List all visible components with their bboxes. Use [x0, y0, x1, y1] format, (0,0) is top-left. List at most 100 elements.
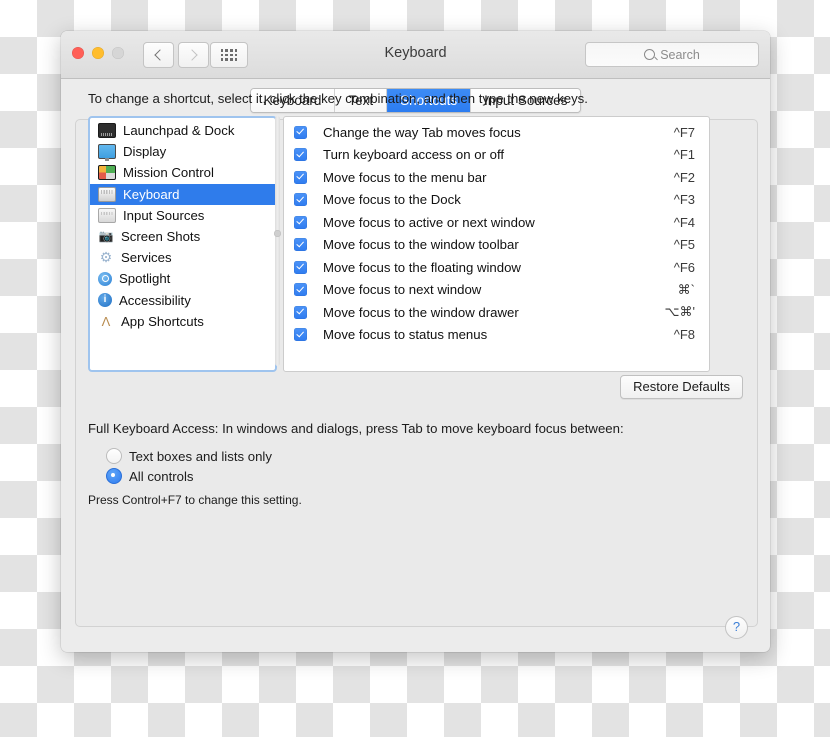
sidebar-item-keyboard[interactable]: Keyboard	[90, 183, 275, 205]
sidebar-item-label: Accessibility	[119, 292, 191, 308]
grid-icon	[220, 49, 238, 61]
sidebar-item-mission-control[interactable]: Mission Control	[90, 162, 275, 183]
sidebar-item-label: Services	[121, 250, 172, 266]
sidebar-item-screen-shots[interactable]: 📷 Screen Shots	[90, 226, 275, 247]
sidebar-item-label: Keyboard	[123, 186, 180, 202]
chevron-left-icon	[154, 49, 166, 61]
minimize-button[interactable]	[92, 47, 104, 59]
app-shortcuts-icon: Λ	[101, 313, 111, 329]
shortcut-checkbox[interactable]	[294, 170, 307, 184]
sidebar-item-label: Launchpad & Dock	[123, 123, 235, 139]
shortcut-list[interactable]: Change the way Tab moves focus ^F7 Turn …	[283, 116, 710, 372]
shortcut-key[interactable]: ^F1	[655, 147, 695, 162]
shortcut-name: Move focus to the Dock	[323, 192, 461, 208]
shortcut-key[interactable]: ^F2	[655, 170, 695, 185]
sidebar-item-app-shortcuts[interactable]: Λ App Shortcuts	[90, 311, 275, 332]
radio-icon[interactable]	[106, 448, 122, 464]
shortcut-key[interactable]: ^F7	[655, 125, 695, 140]
close-button[interactable]	[72, 47, 84, 59]
system-preferences-window: Keyboard Search Keyboard Text Shortcuts …	[61, 31, 770, 652]
table-row[interactable]: Move focus to active or next window ^F4	[284, 211, 709, 234]
shortcut-key[interactable]: ^F5	[655, 237, 695, 252]
shortcut-name: Move focus to next window	[323, 282, 482, 298]
gear-icon: ⚙	[99, 249, 113, 266]
shortcut-name: Move focus to status menus	[323, 327, 488, 343]
sidebar-item-launchpad-dock[interactable]: Launchpad & Dock	[90, 120, 275, 141]
screenshot-icon: 📷	[98, 229, 114, 244]
shortcut-name: Turn keyboard access on or off	[323, 147, 505, 163]
accessibility-icon: i	[98, 293, 112, 308]
sidebar-item-services[interactable]: ⚙ Services	[90, 247, 275, 268]
table-row[interactable]: Move focus to the window toolbar ^F5	[284, 234, 709, 257]
table-row[interactable]: Move focus to status menus ^F8	[284, 324, 709, 347]
window-titlebar: Keyboard Search	[61, 31, 770, 79]
sidebar-item-label: Screen Shots	[121, 229, 201, 245]
instruction-text: To change a shortcut, select it, click t…	[88, 91, 588, 106]
sidebar-item-display[interactable]: Display	[90, 141, 275, 162]
sidebar-item-accessibility[interactable]: i Accessibility	[90, 290, 275, 311]
search-placeholder: Search	[660, 47, 700, 62]
navigation-buttons	[143, 42, 209, 68]
launchpad-dock-icon	[98, 123, 116, 139]
search-icon	[644, 49, 656, 60]
sidebar-item-spotlight[interactable]: Spotlight	[90, 268, 275, 289]
shortcut-checkbox[interactable]	[294, 148, 307, 162]
chevron-right-icon	[186, 49, 198, 61]
input-sources-icon	[98, 207, 116, 223]
radio-label: All controls	[129, 468, 194, 484]
shortcut-checkbox[interactable]	[294, 238, 307, 252]
traffic-lights	[72, 47, 124, 59]
shortcut-name: Move focus to the floating window	[323, 259, 521, 275]
sidebar-item-label: Display	[123, 144, 167, 160]
sidebar-item-label: Spotlight	[119, 271, 171, 287]
display-icon	[98, 144, 116, 162]
splitter-knob[interactable]	[274, 230, 281, 237]
table-row[interactable]: Move focus to the menu bar ^F2	[284, 166, 709, 189]
radio-option-all-controls[interactable]: All controls	[106, 468, 194, 484]
shortcut-checkbox[interactable]	[294, 283, 307, 297]
restore-defaults-button[interactable]: Restore Defaults	[620, 375, 743, 399]
shortcut-checkbox[interactable]	[294, 193, 307, 207]
shortcut-key[interactable]: ⌥⌘'	[655, 304, 695, 320]
full-keyboard-access-description: Full Keyboard Access: In windows and dia…	[88, 421, 624, 436]
list-splitter[interactable]	[274, 116, 281, 366]
shortcut-key[interactable]: ^F4	[655, 215, 695, 230]
shortcut-checkbox[interactable]	[294, 125, 307, 139]
shortcut-name: Move focus to active or next window	[323, 214, 535, 230]
category-list[interactable]: Launchpad & Dock Display Mission Control…	[88, 116, 277, 372]
radio-label: Text boxes and lists only	[129, 448, 272, 464]
shortcut-key[interactable]: ⌘`	[655, 282, 695, 298]
shortcut-name: Move focus to the menu bar	[323, 169, 487, 185]
sidebar-item-input-sources[interactable]: Input Sources	[90, 205, 275, 226]
shortcut-key[interactable]: ^F8	[655, 327, 695, 342]
zoom-button[interactable]	[112, 47, 124, 59]
shortcut-name: Change the way Tab moves focus	[323, 124, 521, 140]
spotlight-icon	[98, 271, 112, 286]
table-row[interactable]: Move focus to next window ⌘`	[284, 279, 709, 302]
shortcut-checkbox[interactable]	[294, 305, 307, 319]
shortcut-key[interactable]: ^F6	[655, 260, 695, 275]
table-row[interactable]: Change the way Tab moves focus ^F7	[284, 121, 709, 144]
mission-control-icon	[98, 165, 116, 181]
forward-button[interactable]	[178, 42, 209, 68]
setting-note: Press Control+F7 to change this setting.	[88, 493, 302, 507]
shortcut-name: Move focus to the window drawer	[323, 304, 519, 320]
table-row[interactable]: Move focus to the window drawer ⌥⌘'	[284, 301, 709, 324]
show-all-button[interactable]	[210, 42, 248, 68]
table-row[interactable]: Move focus to the Dock ^F3	[284, 189, 709, 212]
keyboard-icon	[98, 186, 116, 202]
shortcut-checkbox[interactable]	[294, 215, 307, 229]
table-row[interactable]: Turn keyboard access on or off ^F1	[284, 144, 709, 167]
radio-icon[interactable]	[106, 468, 122, 484]
help-button[interactable]: ?	[725, 616, 748, 639]
shortcut-name: Move focus to the window toolbar	[323, 237, 519, 253]
table-row[interactable]: Move focus to the floating window ^F6	[284, 256, 709, 279]
sidebar-item-label: Input Sources	[123, 207, 205, 223]
sidebar-item-label: Mission Control	[123, 165, 214, 181]
radio-option-text-boxes[interactable]: Text boxes and lists only	[106, 448, 272, 464]
shortcut-checkbox[interactable]	[294, 328, 307, 342]
back-button[interactable]	[143, 42, 174, 68]
search-field[interactable]: Search	[585, 42, 759, 67]
shortcut-checkbox[interactable]	[294, 260, 307, 274]
shortcut-key[interactable]: ^F3	[655, 192, 695, 207]
